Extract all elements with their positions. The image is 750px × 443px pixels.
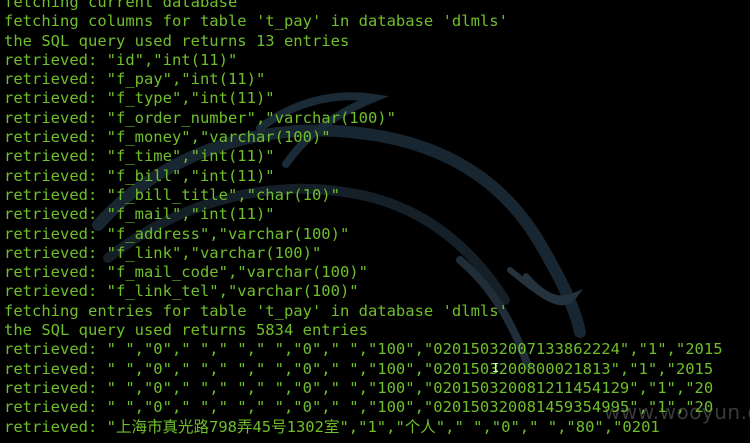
terminal-line: retrieved: "f_bill_title","char(10)" bbox=[4, 185, 340, 204]
terminal-line: retrieved: " ","0"," "," "," ","0"," ","… bbox=[4, 340, 723, 359]
terminal-window[interactable]: www.wooyun.org fetching current database… bbox=[0, 0, 750, 443]
terminal-line: retrieved: "f_link","varchar(100)" bbox=[4, 243, 322, 262]
terminal-line: fetching columns for table 't_pay' in da… bbox=[4, 12, 508, 31]
terminal-line: the SQL query used returns 13 entries bbox=[4, 31, 350, 50]
terminal-line: retrieved: " ","0"," "," "," ","0"," ","… bbox=[4, 378, 714, 397]
terminal-line: retrieved: "f_link_tel","varchar(100)" bbox=[4, 282, 359, 301]
terminal-line: retrieved: "f_address","varchar(100)" bbox=[4, 224, 350, 243]
terminal-line: retrieved: "f_pay","int(11)" bbox=[4, 70, 266, 89]
terminal-line: retrieved: " ","0"," "," "," ","0"," ","… bbox=[4, 398, 714, 417]
terminal-line: fetching entries for table 't_pay' in da… bbox=[4, 301, 508, 320]
terminal-line: retrieved: "f_time","int(11)" bbox=[4, 147, 275, 166]
terminal-line: fetching current database bbox=[4, 0, 238, 11]
terminal-line: retrieved: "f_mail_code","varchar(100)" bbox=[4, 263, 368, 282]
terminal-line: retrieved: "f_order_number","varchar(100… bbox=[4, 108, 396, 127]
terminal-output: fetching current database fetching colum… bbox=[4, 0, 723, 437]
terminal-line: retrieved: "上海市真光路798弄45号1302室","1","个人"… bbox=[4, 417, 660, 436]
terminal-line: retrieved: "f_type","int(11)" bbox=[4, 89, 275, 108]
terminal-line: retrieved: " ","0"," "," "," ","0"," ","… bbox=[4, 359, 714, 378]
text-cursor-icon: I bbox=[492, 361, 500, 375]
terminal-line: retrieved: "f_bill","int(11)" bbox=[4, 166, 275, 185]
terminal-line: retrieved: "f_mail","int(11)" bbox=[4, 205, 275, 224]
terminal-line: retrieved: "id","int(11)" bbox=[4, 50, 238, 69]
terminal-line: retrieved: "f_money","varchar(100)" bbox=[4, 128, 331, 147]
terminal-line: the SQL query used returns 5834 entries bbox=[4, 321, 368, 340]
